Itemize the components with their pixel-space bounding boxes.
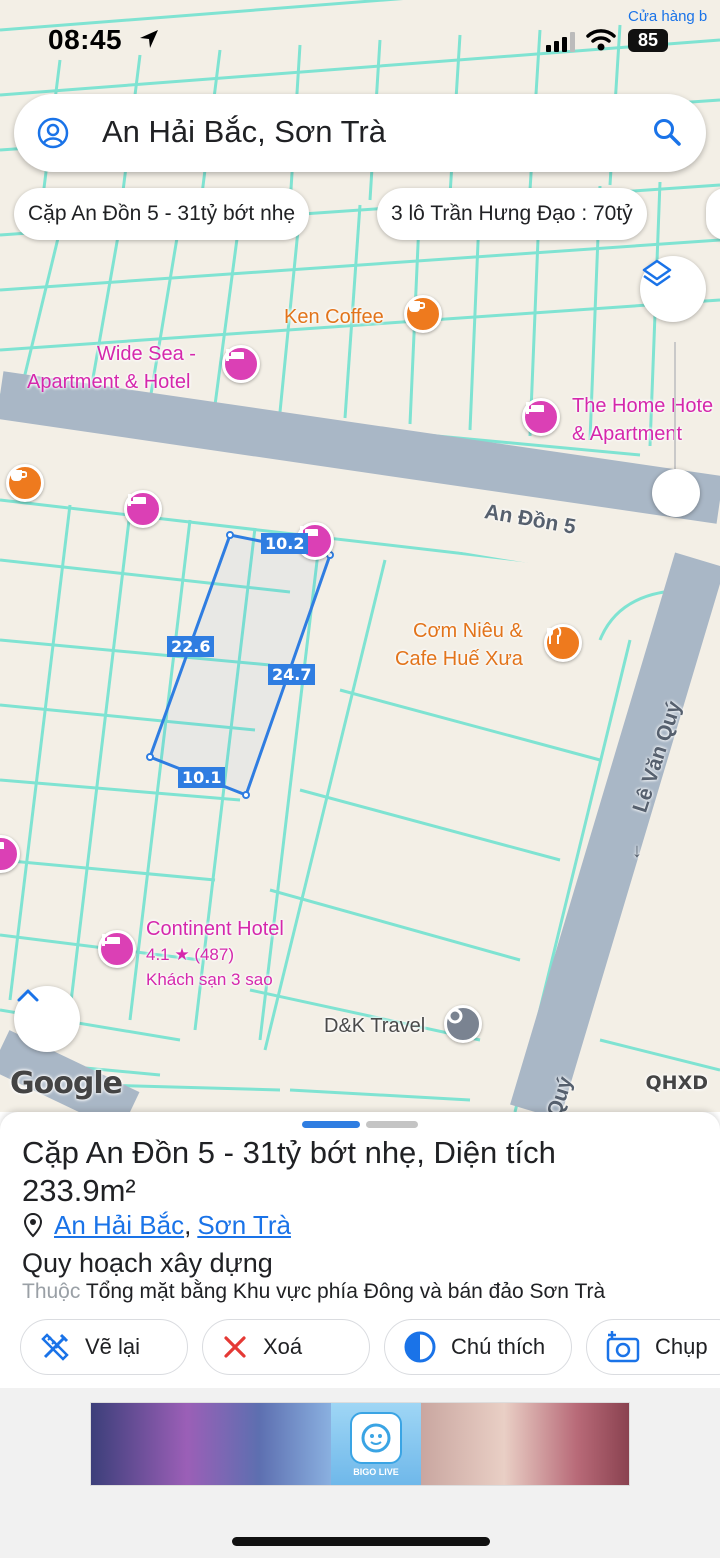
search-bar[interactable]: An Hải Bắc, Sơn Trà (14, 94, 706, 172)
road-direction-arrow: ↓ (632, 840, 642, 862)
chip-saved-listing-2[interactable]: 3 lô Trần Hưng Đạo : 70tỷ (377, 188, 647, 240)
poi-home-hotel-label-1[interactable]: The Home Hote (572, 392, 713, 420)
plan-subtitle-prefix: Thuộc (22, 1280, 81, 1303)
measurement-right-edge: 24.7 (268, 664, 316, 685)
coffee-cup-icon[interactable] (6, 464, 44, 502)
measurement-left-edge: 22.6 (167, 636, 215, 657)
sheet-handle-inactive[interactable] (366, 1121, 418, 1128)
wifi-icon (586, 29, 616, 51)
location-pin-icon (23, 1212, 43, 1238)
redraw-button[interactable]: Vẽ lại (20, 1319, 188, 1375)
delete-button[interactable]: Xoá (202, 1319, 370, 1375)
poi-home-hotel-label-2[interactable]: & Apartment (572, 420, 682, 448)
expand-up-button[interactable] (14, 986, 80, 1052)
opacity-slider-track[interactable] (674, 342, 676, 472)
ad-banner[interactable]: BIGO LIVE (90, 1402, 630, 1486)
poi-dk-travel-label[interactable]: D&K Travel (324, 1012, 425, 1040)
legend-label: Chú thích (451, 1334, 546, 1359)
account-icon[interactable] (36, 116, 70, 150)
poi-continent-hotel-label[interactable]: Continent Hotel (146, 915, 284, 943)
location-district-link[interactable]: Sơn Trà (197, 1210, 291, 1241)
redraw-icon (41, 1333, 69, 1361)
plan-subtitle-text: Tổng mặt bằng Khu vực phía Đông và bán đ… (85, 1280, 606, 1303)
ad-image-left (91, 1403, 331, 1485)
home-indicator[interactable] (232, 1537, 490, 1546)
half-circle-icon (404, 1331, 436, 1363)
hotel-bed-icon[interactable] (98, 930, 136, 968)
ad-brand-panel: BIGO LIVE (331, 1403, 421, 1485)
poi-wide-sea-label-2[interactable]: Apartment & Hotel (27, 368, 190, 396)
capture-button[interactable]: Chụp (586, 1319, 720, 1375)
corner-store-label: Cửa hàng b (628, 8, 708, 25)
layers-icon (642, 259, 672, 287)
layers-button[interactable] (640, 256, 706, 322)
location-row: An Hải Bắc, Sơn Trà (22, 1208, 291, 1242)
redraw-label: Vẽ lại (85, 1334, 141, 1359)
listing-area: 233.9m² (22, 1173, 136, 1208)
measurement-bottom-edge: 10.1 (178, 767, 226, 788)
listing-title-suffix: Diện tích (433, 1135, 556, 1170)
plan-title: Quy hoạch xây dựng (22, 1248, 273, 1278)
layer-badge: QHXD (645, 1072, 708, 1094)
status-time: 08:45 (48, 24, 123, 55)
close-icon (224, 1336, 246, 1358)
poi-wide-sea-label-1[interactable]: Wide Sea - (97, 340, 196, 368)
poi-ken-coffee-label[interactable]: Ken Coffee (284, 303, 384, 331)
location-separator: , (184, 1209, 192, 1240)
poi-continent-rating: 4.1 ★ (487) (146, 945, 235, 964)
status-bar: 08:45 85 Cửa hàng b (0, 0, 720, 80)
chevron-up-icon (17, 989, 39, 1002)
google-attribution: Google (10, 1066, 123, 1101)
search-icon[interactable] (652, 117, 682, 147)
fork-knife-icon[interactable] (544, 624, 582, 662)
poi-com-nieu-label-1[interactable]: Cơm Niêu & (413, 617, 523, 645)
travel-pin-icon[interactable] (444, 1005, 482, 1043)
search-query[interactable]: An Hải Bắc, Sơn Trà (102, 114, 386, 150)
plan-subtitle: Thuộc Tổng mặt bằng Khu vực phía Đông và… (22, 1280, 605, 1304)
ad-brand-text: BIGO LIVE (353, 1466, 399, 1477)
hotel-bed-icon[interactable] (522, 398, 560, 436)
listing-title: Cặp An Đồn 5 - 31tỷ bớt nhẹ, Diện tích (22, 1134, 712, 1172)
ad-area: BIGO LIVE (0, 1388, 720, 1558)
bigo-logo-icon (350, 1411, 402, 1464)
delete-label: Xoá (263, 1334, 303, 1359)
hotel-bed-icon[interactable] (124, 490, 162, 528)
battery-indicator: 85 (628, 29, 668, 52)
poi-com-nieu-label-2[interactable]: Cafe Huế Xưa (395, 645, 523, 673)
legend-button[interactable]: Chú thích (384, 1319, 572, 1375)
cellular-signal-icon (546, 32, 575, 52)
capture-label: Chụp (655, 1334, 708, 1359)
hotel-bed-icon[interactable] (222, 345, 260, 383)
poi-continent-class: Khách sạn 3 sao (146, 970, 273, 989)
listing-title-name: Cặp An Đồn 5 - 31tỷ bớt nhẹ, (22, 1135, 425, 1170)
coffee-cup-icon[interactable] (404, 295, 442, 333)
info-sheet[interactable]: Cặp An Đồn 5 - 31tỷ bớt nhẹ, Diện tích 2… (0, 1112, 720, 1388)
sheet-handle-active[interactable] (302, 1121, 360, 1128)
chip-saved-listing-1[interactable]: Cặp An Đồn 5 - 31tỷ bớt nhẹ (14, 188, 310, 240)
location-arrow-icon (140, 30, 158, 48)
location-ward-link[interactable]: An Hải Bắc (54, 1210, 184, 1241)
ad-image-right (421, 1403, 629, 1485)
measurement-top-edge: 10.2 (261, 533, 309, 554)
camera-add-icon (606, 1331, 640, 1363)
opacity-slider-knob[interactable] (652, 469, 700, 517)
